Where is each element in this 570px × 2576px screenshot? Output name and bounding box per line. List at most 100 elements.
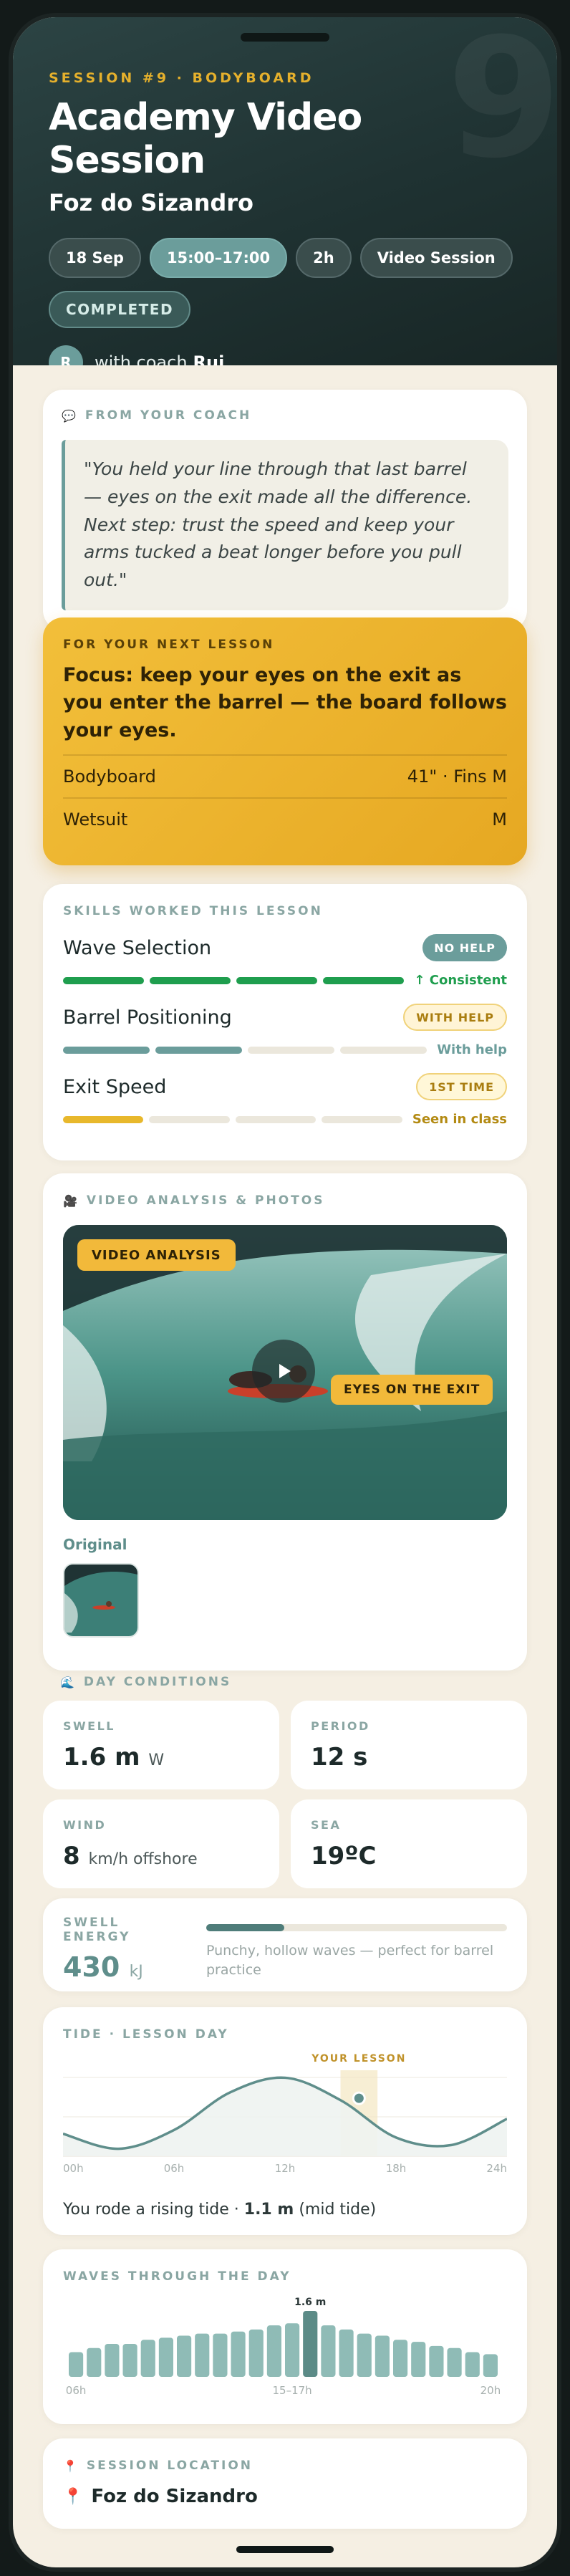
skill-note: ↑ Consistent — [414, 973, 508, 988]
waves-chart: 1.6 m 06h 15–17h 20h — [66, 2297, 501, 2397]
status-badge: COMPLETED — [49, 291, 191, 328]
wave-bar — [285, 2323, 300, 2377]
waves-label: WAVES THROUGH THE DAY — [63, 2269, 291, 2284]
location-name: Foz do Sizandro — [91, 2486, 258, 2507]
wave-bar — [321, 2325, 336, 2377]
location-row[interactable]: 📍 Foz do Sizandro — [63, 2486, 507, 2507]
stat-period: PERIOD 12 s — [291, 1701, 527, 1789]
wave-bar — [195, 2333, 210, 2377]
wave-bar — [393, 2340, 408, 2377]
next-lesson-eyebrow: FOR YOUR NEXT LESSON — [63, 638, 275, 652]
energy-label: SWELL ENERGY — [63, 1916, 131, 1944]
progress-segment — [236, 976, 318, 984]
progress-segment — [322, 1115, 402, 1123]
energy-value: 430 — [63, 1951, 120, 1983]
thumbnail-image — [64, 1565, 137, 1636]
wave-bar — [447, 2347, 462, 2377]
stat-value: 19ºC — [311, 1842, 377, 1870]
energy-meter-fill — [206, 1924, 285, 1931]
wave-bar — [266, 2325, 281, 2377]
coach-note-label: FROM YOUR COACH — [84, 408, 252, 423]
skills-card: SKILLS WORKED THIS LESSON Wave Selection… — [43, 884, 527, 1160]
media-card: 🎥 VIDEO ANALYSIS & PHOTOS VIDEO ANALYSIS… — [43, 1173, 527, 1671]
coach-quote: "You held your line through that last ba… — [62, 440, 508, 610]
peak-label: 1.6 m — [294, 2297, 326, 2308]
wave-bar — [465, 2352, 480, 2377]
energy-unit: kJ — [129, 1963, 143, 1981]
coach-name: Rui — [193, 352, 225, 365]
skill-item: Wave Selection NO HELP ↑ Consistent — [63, 934, 507, 988]
stat-unit: km/h offshore — [88, 1850, 198, 1868]
coach-prefix: with coach — [95, 352, 188, 365]
tide-summary-suffix: (mid tide) — [294, 2201, 377, 2219]
wave-bar — [483, 2354, 498, 2377]
stat-key: PERIOD — [311, 1719, 370, 1733]
video-player[interactable]: VIDEO ANALYSIS EYES ON THE EXIT — [63, 1225, 507, 1520]
original-thumbnail[interactable] — [63, 1563, 139, 1638]
session-header: 9 SESSION #9 · BODYBOARD Academy Video S… — [13, 17, 557, 365]
wave-bar — [411, 2342, 426, 2377]
x-tick-label: 18h — [386, 2162, 407, 2175]
skill-progress: Seen in class — [63, 1112, 507, 1127]
coach-note-card: 💬 FROM YOUR COACH "You held your line th… — [43, 390, 527, 630]
media-label: VIDEO ANALYSIS & PHOTOS — [86, 1193, 325, 1208]
x-tick-label: 24h — [486, 2162, 507, 2175]
wave-bar — [248, 2329, 264, 2377]
skill-badge: NO HELP — [422, 934, 507, 961]
conditions-header: 🌊 DAY CONDITIONS — [60, 1675, 231, 1689]
avatar: R — [49, 345, 83, 365]
x-tick-label: 06h — [164, 2162, 185, 2175]
skills-list: Wave Selection NO HELP ↑ Consistent Barr… — [63, 934, 507, 1127]
skill-item: Barrel Positioning WITH HELP With help — [63, 1004, 507, 1057]
wave-bar — [105, 2344, 120, 2377]
x-tick-label: 06h — [66, 2384, 87, 2397]
wave-bar — [429, 2345, 444, 2377]
equipment-value: M — [492, 809, 507, 830]
speech-bubble-icon: 💬 — [62, 408, 78, 423]
skills-label: SKILLS WORKED THIS LESSON — [63, 904, 323, 918]
progress-segment — [323, 976, 405, 984]
location-card: 📍 SESSION LOCATION 📍 Foz do Sizandro — [43, 2438, 527, 2529]
skill-name: Wave Selection — [63, 936, 212, 959]
play-icon — [279, 1364, 291, 1378]
time-pill: 15:00–17:00 — [149, 238, 288, 278]
equipment-value: 41" · Fins M — [407, 766, 507, 787]
tide-summary-prefix: You rode a rising tide · — [63, 2201, 244, 2219]
skill-badge: WITH HELP — [403, 1004, 507, 1031]
coach-note-header: 💬 FROM YOUR COACH — [62, 408, 508, 423]
progress-segment — [63, 976, 145, 984]
stat-value: 8 — [63, 1842, 80, 1870]
video-analysis-chip: VIDEO ANALYSIS — [77, 1239, 236, 1271]
play-button[interactable] — [252, 1340, 315, 1403]
tide-summary-value: 1.1 m — [243, 2201, 294, 2219]
next-lesson-card: FOR YOUR NEXT LESSON Focus: keep your ey… — [43, 617, 527, 865]
wave-bar — [339, 2329, 354, 2377]
stat-key: SWELL — [63, 1719, 115, 1733]
equipment-label: Bodyboard — [63, 766, 156, 787]
energy-description: Punchy, hollow waves — perfect for barre… — [206, 1943, 494, 1978]
session-type-pill: Video Session — [359, 238, 513, 278]
annotation-tag: EYES ON THE EXIT — [331, 1375, 493, 1405]
session-number-watermark: 9 — [446, 17, 557, 195]
energy-meter — [206, 1924, 507, 1931]
notch — [241, 33, 329, 42]
x-tick-label: 12h — [275, 2162, 296, 2175]
skill-progress: ↑ Consistent — [63, 973, 507, 988]
camera-icon: 🎥 — [63, 1193, 79, 1208]
stat-swell: SWELL 1.6 m W — [43, 1701, 279, 1789]
pin-icon: 📍 — [63, 2459, 79, 2473]
skill-name: Exit Speed — [63, 1075, 167, 1098]
x-tick-label: 15–17h — [272, 2384, 311, 2397]
tide-card: TIDE · LESSON DAY YOUR LESSON 00h 06h 12h 18… — [43, 2007, 527, 2235]
skill-note: Seen in class — [412, 1112, 508, 1127]
stat-value: 12 s — [311, 1743, 368, 1772]
swell-energy-card: SWELL ENERGY 430 kJ Punchy, hollow waves… — [43, 1898, 527, 1991]
skill-progress: With help — [63, 1042, 507, 1057]
progress-segment — [155, 1046, 243, 1054]
wave-bar — [69, 2352, 84, 2377]
stat-key: SEA — [311, 1818, 342, 1832]
progress-segment — [340, 1046, 428, 1054]
stat-value: 1.6 m — [63, 1743, 140, 1772]
location-pin-icon: 📍 — [63, 2487, 83, 2506]
wave-bar — [357, 2333, 372, 2377]
